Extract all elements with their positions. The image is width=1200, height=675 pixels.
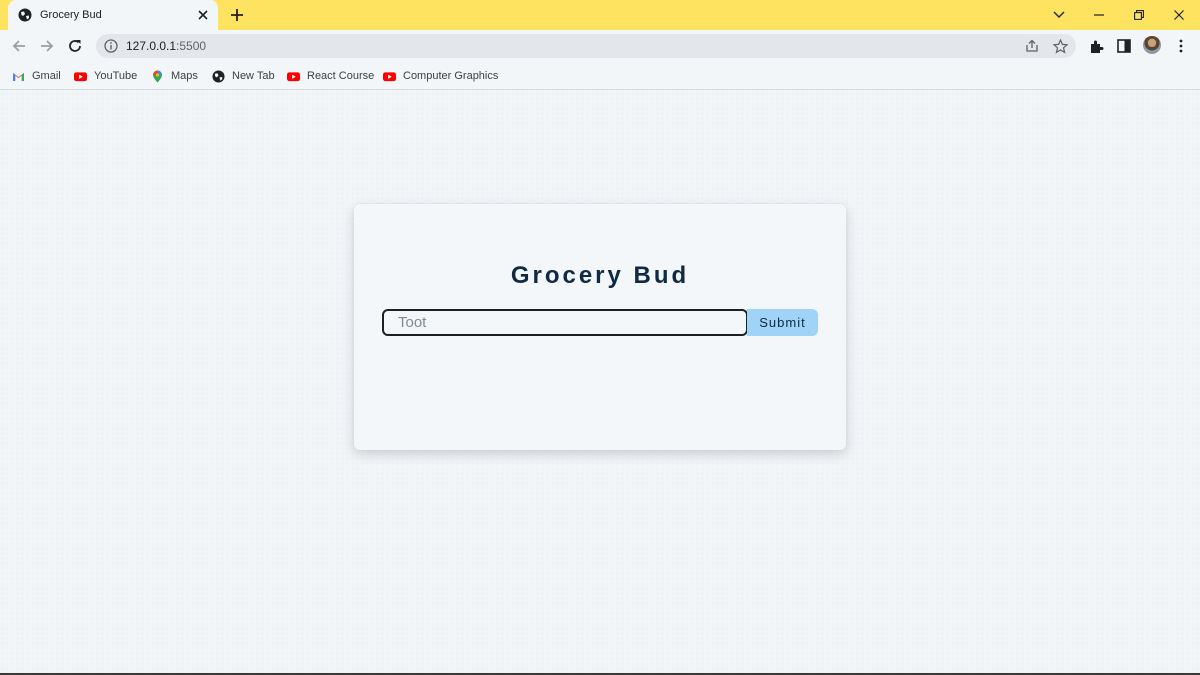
tab-strip: Grocery Bud xyxy=(0,0,1200,30)
menu-kebab-icon[interactable] xyxy=(1172,37,1190,55)
address-bar[interactable]: 127.0.0.1:5500 xyxy=(96,34,1076,58)
restore-icon[interactable] xyxy=(1128,4,1150,26)
bookmark-new-tab[interactable]: New Tab xyxy=(212,68,275,84)
side-panel-icon[interactable] xyxy=(1115,37,1133,55)
browser-tab[interactable]: Grocery Bud xyxy=(8,0,218,30)
profile-avatar[interactable] xyxy=(1143,36,1161,54)
youtube-icon xyxy=(383,70,396,83)
tab-search-chevron-icon[interactable] xyxy=(1048,4,1070,26)
browser-toolbar: 127.0.0.1:5500 xyxy=(0,30,1200,62)
bookmark-label: Computer Graphics xyxy=(403,70,499,82)
bookmark-label: React Course xyxy=(307,70,375,82)
forward-icon[interactable] xyxy=(37,36,57,56)
back-icon[interactable] xyxy=(9,36,29,56)
globe-icon xyxy=(18,8,32,22)
bookmark-maps[interactable]: Maps xyxy=(151,68,198,84)
close-window-icon[interactable] xyxy=(1168,4,1190,26)
url-host: 127.0.0.1 xyxy=(126,39,177,53)
bookmark-label: New Tab xyxy=(232,70,275,82)
tab-title: Grocery Bud xyxy=(40,9,102,21)
extensions-icon[interactable] xyxy=(1087,37,1105,55)
youtube-icon xyxy=(74,70,87,83)
globe-icon xyxy=(212,69,225,83)
submit-button[interactable]: Submit xyxy=(747,309,818,336)
minimize-icon[interactable] xyxy=(1088,4,1110,26)
new-tab-icon[interactable] xyxy=(228,6,246,24)
share-icon[interactable] xyxy=(1024,38,1040,54)
youtube-icon xyxy=(287,70,300,83)
close-tab-icon[interactable] xyxy=(194,6,212,24)
bookmark-computer-graphics[interactable]: Computer Graphics xyxy=(383,68,498,84)
maps-icon xyxy=(151,70,164,83)
url-text: 127.0.0.1:5500 xyxy=(126,39,206,53)
site-info-icon[interactable] xyxy=(104,39,118,53)
reload-icon[interactable] xyxy=(65,36,85,56)
bookmark-label: YouTube xyxy=(94,70,138,82)
bookmark-label: Maps xyxy=(171,70,198,82)
app-title: Grocery Bud xyxy=(510,262,690,289)
page-viewport: Grocery Bud Submit xyxy=(0,91,1200,673)
gmail-icon xyxy=(12,70,25,83)
bookmark-label: Gmail xyxy=(32,70,61,82)
url-port: :5500 xyxy=(176,39,207,53)
bookmark-youtube[interactable]: YouTube xyxy=(74,68,137,84)
grocery-card: Grocery Bud Submit xyxy=(354,204,846,450)
grocery-item-input[interactable] xyxy=(382,309,748,336)
bookmark-gmail[interactable]: Gmail xyxy=(12,68,61,84)
bookmarks-bar: Gmail YouTube Maps New Tab React Course … xyxy=(0,62,1200,90)
bookmark-star-icon[interactable] xyxy=(1052,38,1068,54)
bookmark-react-course[interactable]: React Course xyxy=(287,68,374,84)
